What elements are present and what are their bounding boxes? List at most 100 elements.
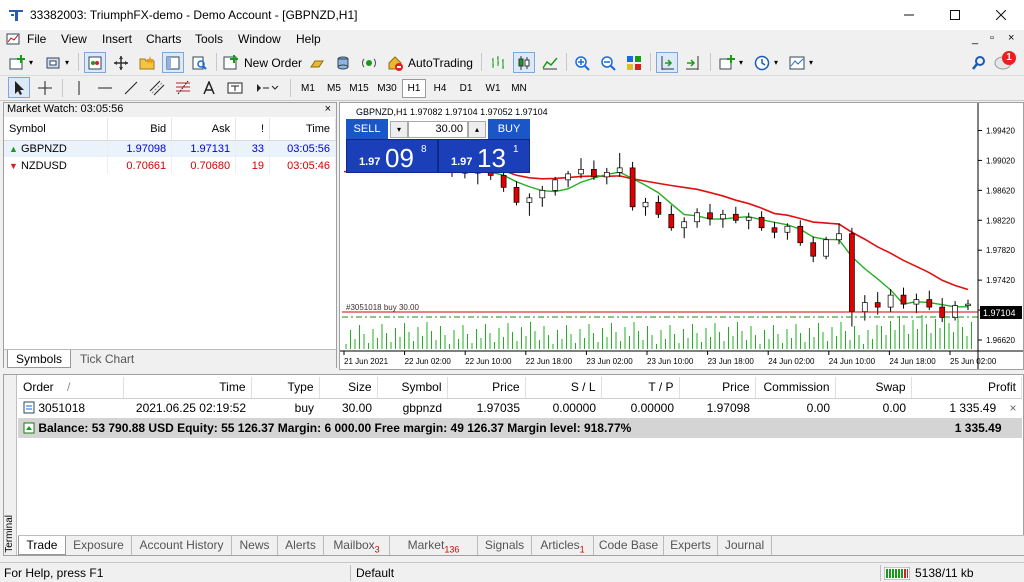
timeframe-mn[interactable]: MN: [507, 79, 531, 98]
metaeditor-button[interactable]: [358, 52, 380, 73]
menu-insert[interactable]: Insert: [102, 32, 132, 46]
templates-button[interactable]: [786, 52, 808, 73]
chart-window[interactable]: #3051018 buy 30.00 GBPNZD,H1 1.97082 1.9…: [339, 102, 1024, 370]
timeframe-m5[interactable]: M5: [322, 79, 346, 98]
timeframe-w1[interactable]: W1: [481, 79, 505, 98]
market-watch-row[interactable]: ▼ NZDUSD 0.70661 0.70680 19 03:05:46: [4, 157, 336, 174]
menu-window[interactable]: Window: [238, 32, 281, 46]
column-current-price[interactable]: Price: [679, 377, 756, 399]
trading-history-button[interactable]: [306, 52, 328, 73]
column-type[interactable]: Type: [251, 377, 320, 399]
candlestick-chart-button[interactable]: [513, 52, 535, 73]
market-watch-row[interactable]: ▲ GBPNZD 1.97098 1.97131 33 03:05:56: [4, 140, 336, 157]
timeframe-m15[interactable]: M15: [347, 79, 371, 98]
vertical-line-tool-button[interactable]: [68, 77, 90, 98]
profile-name[interactable]: Default: [356, 566, 394, 580]
volume-decrease-button[interactable]: ▾: [390, 121, 408, 138]
chevron-down-icon[interactable]: ▾: [774, 58, 778, 67]
strategy-tester-button[interactable]: [188, 52, 210, 73]
new-order-button[interactable]: New Order: [222, 52, 302, 73]
data-window-button[interactable]: [110, 52, 132, 73]
tab-mailbox[interactable]: Mailbox3: [324, 536, 390, 555]
column-price[interactable]: Price: [447, 377, 526, 399]
chevron-down-icon[interactable]: ▾: [739, 58, 743, 67]
tile-windows-button[interactable]: [623, 52, 645, 73]
text-label-tool-button[interactable]: [224, 77, 246, 98]
notifications-button[interactable]: 1: [994, 51, 1018, 73]
tab-articles[interactable]: Articles1: [532, 536, 594, 555]
buy-price-box[interactable]: 1.97 13 1: [438, 139, 530, 173]
zoom-in-button[interactable]: [571, 52, 593, 73]
timeframe-m1[interactable]: M1: [296, 79, 320, 98]
tab-exposure[interactable]: Exposure: [66, 536, 132, 555]
column-size[interactable]: Size: [319, 377, 378, 399]
trendline-tool-button[interactable]: [120, 77, 142, 98]
chart-shift-button[interactable]: [682, 52, 704, 73]
child-minimize-button[interactable]: _: [972, 33, 978, 45]
tab-symbols[interactable]: Symbols: [7, 350, 72, 368]
close-button[interactable]: [978, 0, 1024, 30]
auto-scroll-button[interactable]: [656, 52, 678, 73]
tab-account-history[interactable]: Account History: [132, 536, 232, 555]
column-order[interactable]: Order /: [18, 377, 124, 399]
tab-news[interactable]: News: [232, 536, 278, 555]
menu-file[interactable]: File: [27, 32, 46, 46]
maximize-button[interactable]: [932, 0, 978, 30]
new-chart-button[interactable]: [6, 52, 28, 73]
tab-tick-chart[interactable]: Tick Chart: [72, 350, 142, 368]
text-tool-button[interactable]: [198, 77, 220, 98]
timeframe-h4[interactable]: H4: [428, 79, 452, 98]
menu-tools[interactable]: Tools: [195, 32, 223, 46]
column-time[interactable]: Time: [123, 377, 252, 399]
timeframe-h1[interactable]: H1: [402, 79, 426, 98]
navigator-button[interactable]: [136, 52, 158, 73]
column-commission[interactable]: Commission: [755, 377, 836, 399]
sell-button[interactable]: SELL: [346, 119, 388, 139]
signals-button[interactable]: [332, 52, 354, 73]
volume-increase-button[interactable]: ▴: [468, 121, 486, 138]
fibonacci-tool-button[interactable]: [172, 77, 194, 98]
indicators-button[interactable]: [716, 52, 738, 73]
column-spread[interactable]: !: [235, 118, 271, 141]
tab-journal[interactable]: Journal: [718, 536, 772, 555]
column-symbol[interactable]: Symbol: [377, 377, 448, 399]
horizontal-line-tool-button[interactable]: [94, 77, 116, 98]
chevron-down-icon[interactable]: ▾: [809, 58, 813, 67]
child-close-button[interactable]: ×: [1008, 32, 1014, 44]
chevron-down-icon[interactable]: ▾: [29, 58, 33, 67]
column-bid[interactable]: Bid: [107, 118, 173, 141]
column-ask[interactable]: Ask: [171, 118, 237, 141]
crosshair-tool-button[interactable]: [34, 77, 56, 98]
column-sl[interactable]: S / L: [525, 377, 602, 399]
column-symbol[interactable]: Symbol: [4, 118, 109, 141]
equidistant-channel-tool-button[interactable]: [146, 77, 168, 98]
order-row[interactable]: 3051018 2021.06.25 02:19:52 buy 30.00 gb…: [18, 398, 1022, 418]
column-tp[interactable]: T / P: [601, 377, 680, 399]
tab-code-base[interactable]: Code Base: [594, 536, 664, 555]
column-swap[interactable]: Swap: [835, 377, 912, 399]
autotrading-button[interactable]: AutoTrading: [386, 52, 476, 73]
tab-signals[interactable]: Signals: [478, 536, 532, 555]
column-profit[interactable]: Profit: [911, 377, 1022, 399]
market-watch-toggle-button[interactable]: [84, 52, 106, 73]
close-icon[interactable]: ×: [325, 103, 331, 115]
volume-input[interactable]: 30.00: [408, 121, 468, 138]
column-time[interactable]: Time: [269, 118, 336, 141]
minimize-button[interactable]: [886, 0, 932, 30]
line-chart-button[interactable]: [539, 52, 561, 73]
search-button[interactable]: [968, 52, 990, 73]
periods-button[interactable]: [751, 52, 773, 73]
sell-price-box[interactable]: 1.97 09 8: [346, 139, 438, 173]
tab-experts[interactable]: Experts: [664, 536, 718, 555]
profiles-button[interactable]: [42, 52, 64, 73]
menu-view[interactable]: View: [61, 32, 87, 46]
chevron-down-icon[interactable]: ▾: [65, 58, 69, 67]
menu-help[interactable]: Help: [296, 32, 321, 46]
cursor-tool-button[interactable]: [8, 77, 30, 98]
menu-charts[interactable]: Charts: [146, 32, 181, 46]
close-order-icon[interactable]: ×: [1009, 401, 1016, 415]
bar-chart-button[interactable]: [487, 52, 509, 73]
child-restore-button[interactable]: ▫: [990, 32, 994, 44]
buy-button[interactable]: BUY: [488, 119, 530, 139]
timeframe-m30[interactable]: M30: [374, 79, 400, 98]
